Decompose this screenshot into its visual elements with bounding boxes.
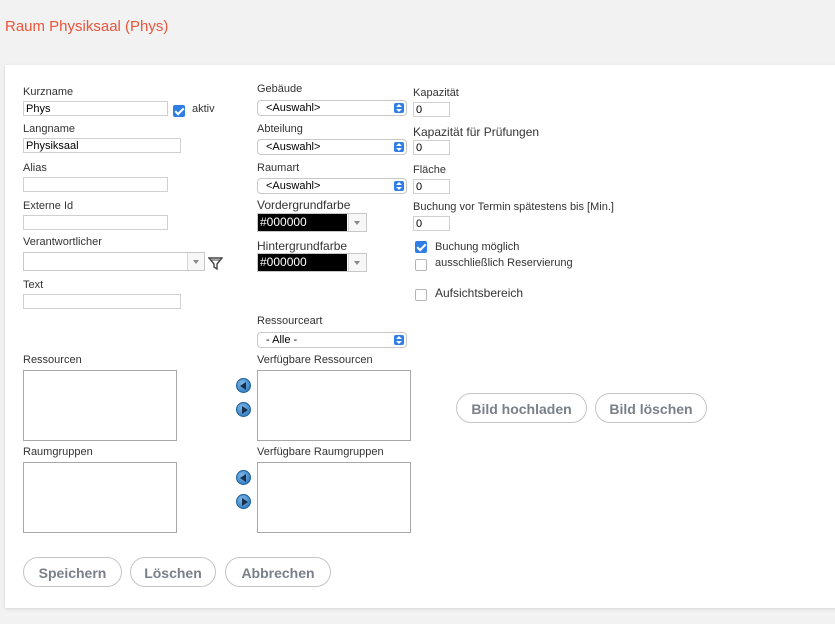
filter-icon[interactable] xyxy=(208,256,223,271)
vordergrundfarbe-label: Vordergrundfarbe xyxy=(257,198,351,212)
delete-image-button[interactable]: Bild löschen xyxy=(595,393,707,423)
gebaeude-label: Gebäude xyxy=(257,83,303,95)
kapazitaet-label: Kapazität xyxy=(413,87,459,99)
verfuegbare-ressourcen-label: Verfügbare Ressourcen xyxy=(257,354,373,366)
buchung-moeglich-checkbox[interactable] xyxy=(415,241,427,253)
abteilung-label: Abteilung xyxy=(257,123,303,135)
buchung-vor-termin-input[interactable] xyxy=(413,216,450,231)
move-left-ressourcen-button[interactable] xyxy=(236,378,251,393)
aktiv-checkbox[interactable] xyxy=(173,105,185,117)
room-form-panel: Kurzname aktiv Langname Alias Externe Id… xyxy=(5,65,835,608)
gebaeude-value: <Auswahl> xyxy=(266,102,321,114)
ressourcen-label: Ressourcen xyxy=(23,354,82,366)
ressourceart-label: Ressourceart xyxy=(257,315,323,327)
hintergrundfarbe-picker[interactable]: #000000 xyxy=(257,253,367,272)
raumgruppen-label: Raumgruppen xyxy=(23,446,93,458)
verantwortlicher-label: Verantwortlicher xyxy=(23,236,102,248)
chevron-down-icon[interactable] xyxy=(348,214,366,231)
delete-button[interactable]: Löschen xyxy=(130,557,216,587)
kurzname-input[interactable] xyxy=(23,101,168,116)
cancel-button[interactable]: Abbrechen xyxy=(225,557,331,587)
vordergrundfarbe-value: #000000 xyxy=(258,214,347,231)
reservierung-label: ausschließlich Reservierung xyxy=(435,257,573,269)
chevron-down-icon[interactable] xyxy=(348,254,366,271)
gebaeude-select[interactable]: <Auswahl> xyxy=(257,100,407,116)
alias-label: Alias xyxy=(23,162,47,174)
verfuegbare-raumgruppen-listbox[interactable] xyxy=(257,462,411,533)
hintergrundfarbe-value: #000000 xyxy=(258,254,347,271)
raumgruppen-listbox[interactable] xyxy=(23,462,177,533)
buchung-vor-termin-label: Buchung vor Termin spätestens bis [Min.] xyxy=(413,201,614,213)
verfuegbare-ressourcen-listbox[interactable] xyxy=(257,370,411,441)
flaeche-label: Fläche xyxy=(413,164,447,176)
raumart-value: <Auswahl> xyxy=(266,180,321,192)
text-input[interactable] xyxy=(23,294,181,309)
kapazitaet-pruefungen-input[interactable] xyxy=(413,140,450,155)
text-label: Text xyxy=(23,279,44,291)
aktiv-label: aktiv xyxy=(192,103,215,115)
langname-label: Langname xyxy=(23,123,75,135)
buchung-moeglich-label: Buchung möglich xyxy=(435,241,520,253)
langname-input[interactable] xyxy=(23,138,181,153)
page-title: Raum Physiksaal (Phys) xyxy=(5,18,169,35)
raumart-label: Raumart xyxy=(257,162,300,174)
aufsichtsbereich-label: Aufsichtsbereich xyxy=(435,286,524,300)
ressourceart-select[interactable]: - Alle - xyxy=(257,332,407,348)
save-button[interactable]: Speichern xyxy=(23,557,122,587)
ressourcen-listbox[interactable] xyxy=(23,370,177,441)
move-right-raumgruppen-button[interactable] xyxy=(236,494,251,509)
verfuegbare-raumgruppen-label: Verfügbare Raumgruppen xyxy=(257,446,384,458)
select-arrows-icon xyxy=(394,181,404,191)
chevron-down-icon[interactable] xyxy=(187,253,204,270)
externe-id-label: Externe Id xyxy=(23,200,74,212)
reservierung-checkbox[interactable] xyxy=(415,259,427,271)
kapazitaet-input[interactable] xyxy=(413,102,450,117)
abteilung-value: <Auswahl> xyxy=(266,141,321,153)
move-left-raumgruppen-button[interactable] xyxy=(236,470,251,485)
aufsichtsbereich-checkbox[interactable] xyxy=(415,289,427,301)
select-arrows-icon xyxy=(394,142,404,152)
vordergrundfarbe-picker[interactable]: #000000 xyxy=(257,213,367,232)
select-arrows-icon xyxy=(394,335,404,345)
move-right-ressourcen-button[interactable] xyxy=(236,402,251,417)
abteilung-select[interactable]: <Auswahl> xyxy=(257,139,407,155)
kapazitaet-pruefungen-label: Kapazität für Prüfungen xyxy=(413,125,540,139)
raumart-select[interactable]: <Auswahl> xyxy=(257,178,407,194)
alias-input[interactable] xyxy=(23,177,168,192)
select-arrows-icon xyxy=(394,103,404,113)
verantwortlicher-combobox[interactable] xyxy=(23,252,205,271)
kurzname-label: Kurzname xyxy=(23,86,74,98)
externe-id-input[interactable] xyxy=(23,215,168,230)
flaeche-input[interactable] xyxy=(413,179,450,194)
ressourceart-value: - Alle - xyxy=(266,334,298,346)
upload-image-button[interactable]: Bild hochladen xyxy=(456,393,587,423)
hintergrundfarbe-label: Hintergrundfarbe xyxy=(257,239,348,253)
